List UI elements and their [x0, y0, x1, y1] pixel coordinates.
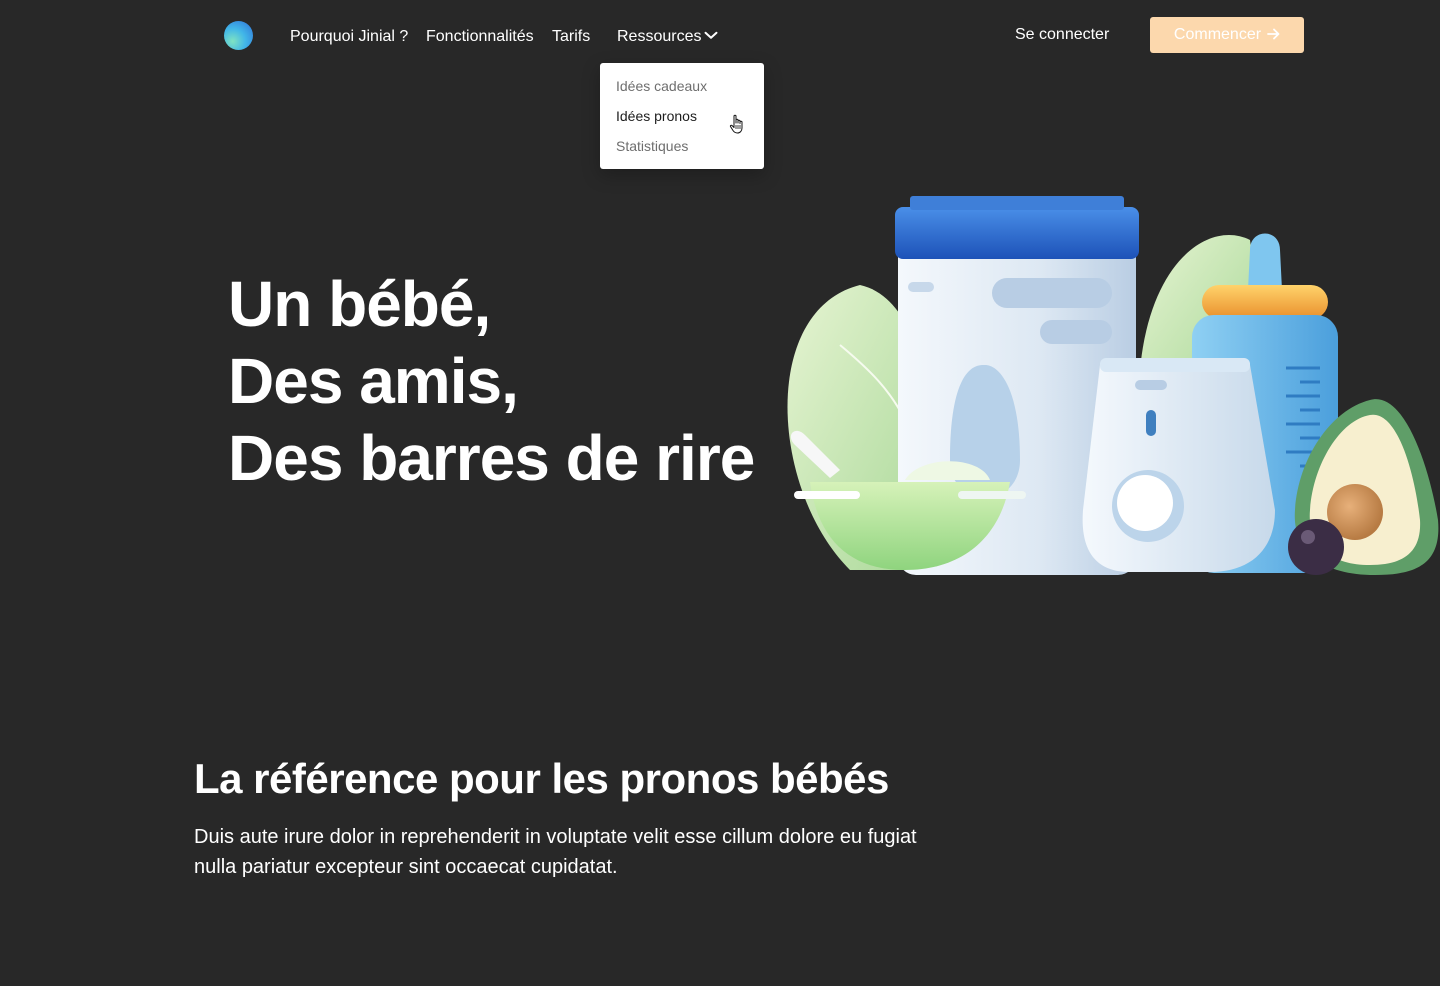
get-started-button[interactable]: Commencer — [1150, 17, 1304, 53]
arrow-right-icon — [1267, 17, 1280, 53]
hero-line-3: Des barres de rire — [228, 422, 755, 494]
nav-link-pourquoi[interactable]: Pourquoi Jinial ? — [290, 27, 408, 47]
hero-headline: Un bébé, Des amis, Des barres de rire — [228, 266, 755, 497]
hero-illustration — [780, 190, 1440, 595]
nav-link-ressources[interactable]: Ressources — [617, 27, 718, 47]
chevron-down-icon — [704, 26, 718, 46]
hero-line-2: Des amis, — [228, 345, 519, 417]
menu-item-statistiques[interactable]: Statistiques — [616, 137, 688, 155]
nav-link-tarifs[interactable]: Tarifs — [552, 27, 590, 47]
nav-link-fonctionnalites[interactable]: Fonctionnalités — [426, 27, 534, 47]
nav-link-ressources-label: Ressources — [617, 28, 702, 45]
hero-line-1: Un bébé, — [228, 268, 491, 340]
get-started-label: Commencer — [1173, 26, 1262, 43]
login-link[interactable]: Se connecter — [1015, 25, 1109, 45]
section-title: La référence pour les pronos bébés — [194, 755, 889, 802]
section-description: Duis aute irure dolor in reprehenderit i… — [194, 826, 917, 878]
brand-logo[interactable] — [224, 21, 253, 50]
landing-page: Pourquoi Jinial ? Fonctionnalités Tarifs… — [0, 0, 1440, 986]
hand-pointer-cursor-icon — [729, 114, 747, 141]
menu-item-idees-pronos[interactable]: Idées pronos — [616, 107, 697, 125]
menu-item-idees-cadeaux[interactable]: Idées cadeaux — [616, 77, 707, 95]
